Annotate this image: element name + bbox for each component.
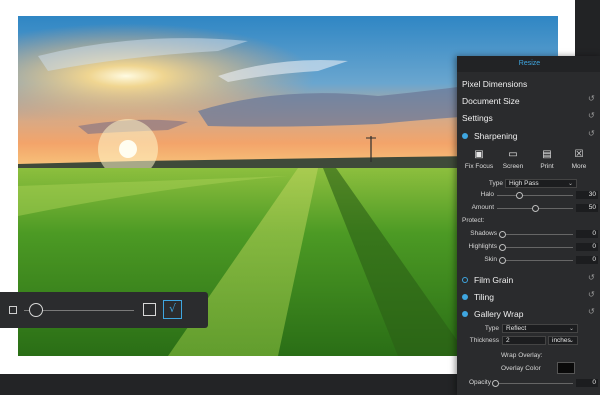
reset-icon[interactable]: ↺ (588, 291, 596, 299)
more-icon: ☒ (574, 149, 584, 160)
section-pixel-dimensions[interactable]: Pixel Dimensions (457, 76, 600, 93)
fix-focus-label: Fix Focus (464, 163, 494, 170)
halo-slider-handle[interactable] (516, 192, 524, 199)
shadows-row: Shadows 0 (457, 229, 600, 239)
opacity-slider[interactable] (495, 383, 573, 384)
zoom-out-icon[interactable] (9, 306, 17, 314)
section-document-size[interactable]: Document Size ↺ (457, 93, 600, 110)
halo-slider[interactable] (497, 195, 573, 196)
thickness-row: Thickness 2 inches ⌄ (457, 336, 600, 346)
sharpen-type-select[interactable]: High Pass ⌄ (505, 179, 577, 188)
wrap-type-label: Type (484, 325, 499, 332)
skin-slider[interactable] (502, 260, 573, 261)
thickness-unit: inches (552, 337, 571, 344)
section-film-grain[interactable]: Film Grain ↺ (457, 272, 600, 289)
type-label: Type (488, 180, 503, 187)
chevron-down-icon: ⌄ (567, 180, 573, 187)
protect-label: Protect: (462, 217, 485, 224)
more-button[interactable]: ☒ More (562, 149, 596, 170)
reset-icon[interactable]: ↺ (588, 130, 596, 138)
chevron-down-icon: ⌄ (568, 337, 574, 344)
section-settings[interactable]: Settings ↺ (457, 110, 600, 127)
zoom-slider-handle[interactable] (29, 303, 43, 317)
skin-row: Skin 0 (457, 255, 600, 265)
zoom-toolbar: √ (0, 292, 208, 328)
screen-label: Screen (502, 163, 524, 170)
camera-icon: ▣ (474, 149, 484, 160)
shadows-slider[interactable] (502, 234, 573, 235)
section-label: Sharpening (474, 131, 518, 141)
skin-slider-handle[interactable] (499, 257, 506, 264)
section-gallery-wrap[interactable]: Gallery Wrap ↺ (457, 306, 600, 323)
shadows-slider-handle[interactable] (499, 231, 506, 238)
chevron-down-icon: ⌄ (568, 325, 574, 332)
section-label: Pixel Dimensions (462, 79, 528, 89)
amount-row: Amount 50 (457, 203, 600, 213)
section-label: Tiling (474, 292, 494, 302)
thickness-input[interactable]: 2 (502, 336, 546, 345)
skin-label: Skin (484, 256, 497, 263)
section-label: Document Size (462, 96, 520, 106)
zoom-in-icon[interactable] (143, 303, 156, 316)
shadows-label: Shadows (470, 230, 497, 237)
reset-icon[interactable]: ↺ (588, 308, 596, 316)
thickness-value: 2 (506, 337, 510, 344)
halo-value[interactable]: 30 (576, 191, 598, 199)
section-label: Gallery Wrap (474, 309, 524, 319)
sharpen-type-row: Type High Pass ⌄ (457, 179, 600, 189)
wrap-type-select[interactable]: Reflect ⌄ (502, 324, 578, 333)
reset-icon[interactable]: ↺ (588, 112, 596, 120)
monitor-icon: ▭ (508, 149, 518, 160)
reset-icon[interactable]: ↺ (588, 274, 596, 282)
panel-title: Resize (457, 56, 600, 72)
thickness-unit-select[interactable]: inches ⌄ (548, 336, 578, 345)
highlights-value[interactable]: 0 (576, 243, 598, 251)
section-tiling[interactable]: Tiling ↺ (457, 289, 600, 306)
opacity-slider-handle[interactable] (492, 380, 499, 387)
section-enabled-icon[interactable] (462, 311, 468, 317)
section-disabled-icon[interactable] (462, 277, 468, 283)
shadows-value[interactable]: 0 (576, 230, 598, 238)
opacity-value[interactable]: 0 (576, 379, 598, 387)
section-label: Settings (462, 113, 493, 123)
section-enabled-icon[interactable] (462, 294, 468, 300)
type-value: High Pass (509, 180, 539, 187)
print-label: Print (540, 163, 554, 170)
amount-value[interactable]: 50 (576, 204, 598, 212)
screen-button[interactable]: ▭ Screen (496, 149, 530, 170)
fit-to-window-icon[interactable]: √ (163, 300, 182, 319)
amount-slider-handle[interactable] (531, 205, 539, 212)
wrap-overlay-label: Wrap Overlay: (501, 352, 543, 359)
more-label: More (571, 163, 587, 170)
wrap-type-row: Type Reflect ⌄ (457, 324, 600, 334)
section-label: Film Grain (474, 275, 514, 285)
opacity-row: Opacity 0 (457, 378, 600, 388)
skin-value[interactable]: 0 (576, 256, 598, 264)
wrap-type-value: Reflect (506, 325, 527, 332)
highlights-label: Highlights (468, 243, 497, 250)
print-button[interactable]: ▤ Print (530, 149, 564, 170)
highlights-slider-handle[interactable] (499, 244, 506, 251)
section-enabled-icon[interactable] (462, 133, 468, 139)
highlights-row: Highlights 0 (457, 242, 600, 252)
halo-row: Halo 30 (457, 190, 600, 200)
highlights-slider[interactable] (502, 247, 573, 248)
overlay-color-swatch[interactable] (557, 362, 575, 374)
amount-label: Amount (471, 204, 494, 211)
fix-focus-button[interactable]: ▣ Fix Focus (462, 149, 496, 170)
halo-label: Halo (480, 191, 494, 198)
reset-icon[interactable]: ↺ (588, 95, 596, 103)
thickness-label: Thickness (469, 337, 499, 344)
overlay-color-label: Overlay Color (501, 365, 541, 372)
printer-icon: ▤ (542, 149, 552, 160)
sharpen-targets: ▣ Fix Focus ▭ Screen ▤ Print ☒ More (457, 149, 600, 175)
resize-panel: Resize Pixel Dimensions Document Size ↺ … (457, 56, 600, 395)
opacity-label: Opacity (468, 379, 491, 386)
section-sharpening[interactable]: Sharpening ↺ (457, 128, 600, 145)
